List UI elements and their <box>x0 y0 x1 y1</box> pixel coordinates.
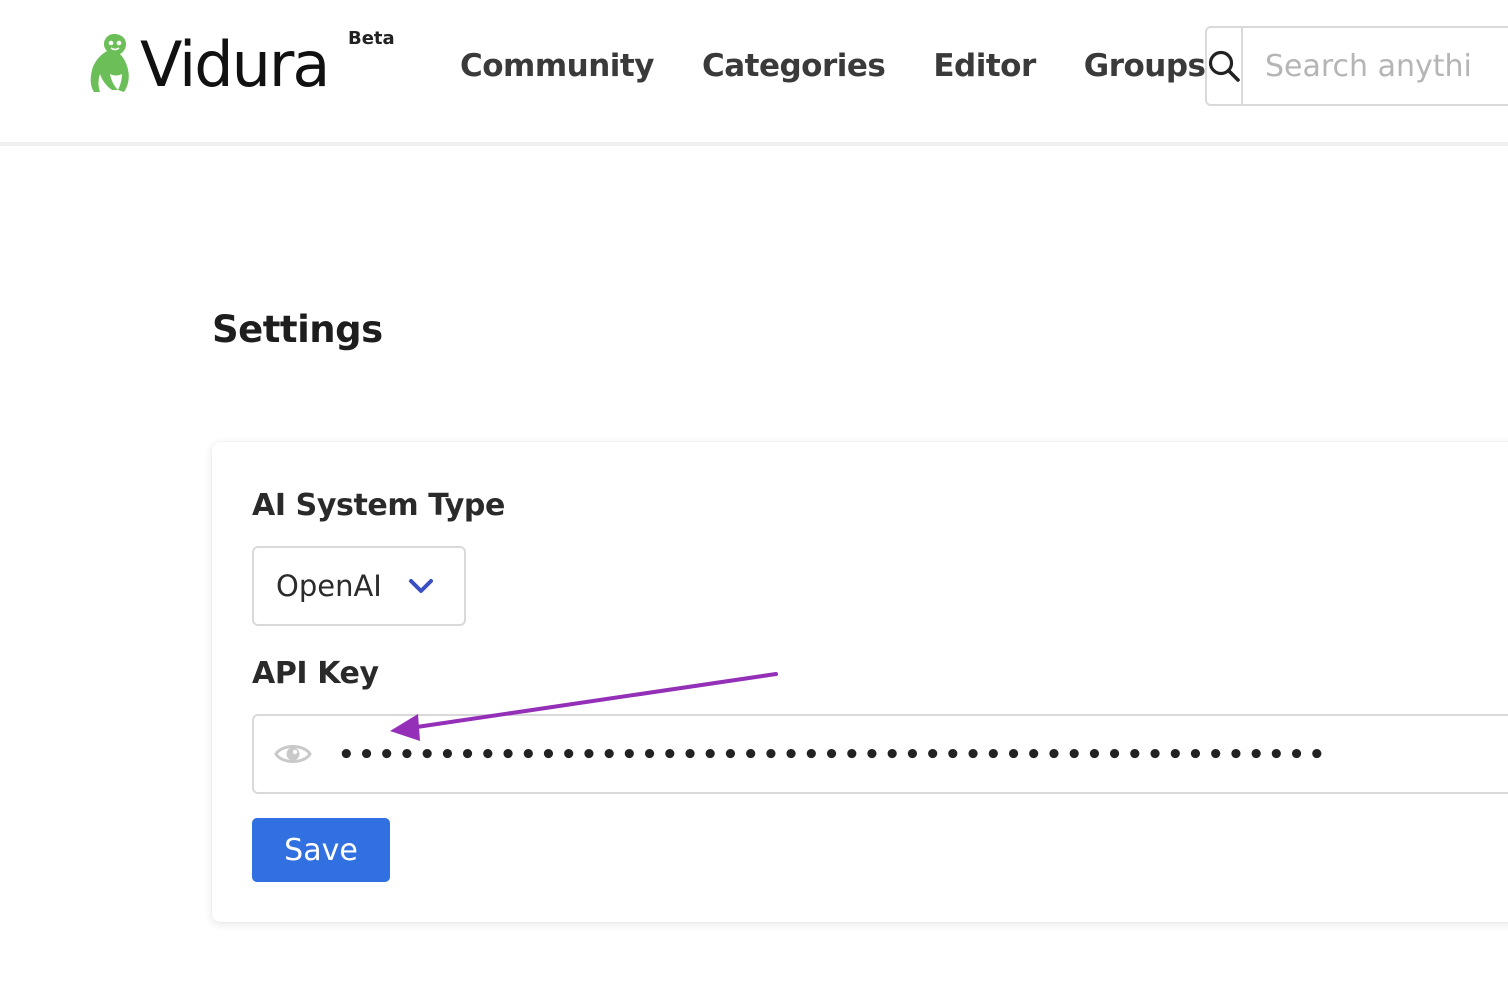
search-input[interactable] <box>1243 28 1508 104</box>
beta-badge: Beta <box>348 28 395 49</box>
api-key-field: ••••••••••••••••••••••••••••••••••••••••… <box>252 714 1508 794</box>
sloth-logo-icon <box>90 34 129 92</box>
save-button[interactable]: Save <box>252 818 390 882</box>
settings-card: AI System Type OpenAI API Key ••••••••••… <box>212 442 1508 922</box>
main-nav: Community Categories Editor Groups <box>460 44 1206 88</box>
ai-system-type-select[interactable]: OpenAI <box>252 546 466 626</box>
nav-editor[interactable]: Editor <box>933 44 1036 88</box>
logo-wordmark: Vidura <box>140 28 330 101</box>
api-key-label: API Key <box>252 656 379 691</box>
api-key-input[interactable]: ••••••••••••••••••••••••••••••••••••••••… <box>338 740 1329 770</box>
search-icon <box>1208 50 1240 82</box>
nav-groups[interactable]: Groups <box>1084 44 1206 88</box>
eye-icon[interactable] <box>274 740 312 768</box>
chevron-down-icon <box>409 579 433 593</box>
search-button[interactable] <box>1207 28 1243 104</box>
top-navbar: Vidura Beta Community Categories Editor … <box>0 0 1508 146</box>
ai-system-type-value: OpenAI <box>276 569 382 603</box>
search-box <box>1205 26 1508 106</box>
brand-logo[interactable]: Vidura Beta <box>84 28 404 100</box>
nav-categories[interactable]: Categories <box>702 44 886 88</box>
nav-community[interactable]: Community <box>460 44 654 88</box>
page-title: Settings <box>212 308 383 351</box>
ai-system-type-label: AI System Type <box>252 488 505 523</box>
